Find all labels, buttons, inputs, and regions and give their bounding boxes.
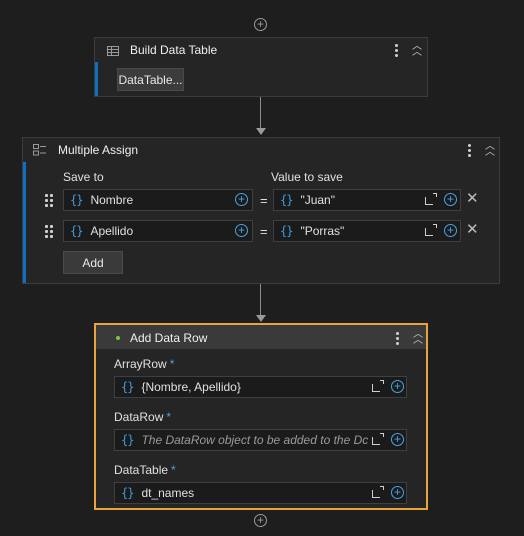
save-to-field[interactable]: {} Nombre [63, 189, 253, 211]
variable-plus-icon[interactable] [444, 224, 457, 237]
insert-activity-button-bottom[interactable] [254, 514, 267, 527]
flow-arrow [256, 128, 266, 135]
expand-editor-icon[interactable] [425, 224, 437, 236]
collapse-icon[interactable]: ︿ ︿ [484, 142, 496, 158]
equals-sign: = [260, 193, 268, 208]
variable-plus-icon[interactable] [235, 224, 248, 237]
save-to-value: Nombre [90, 193, 134, 207]
expand-editor-icon[interactable] [372, 486, 384, 498]
expand-editor-icon[interactable] [372, 380, 384, 392]
flow-arrow [256, 315, 266, 322]
expression-icon: {} [121, 486, 134, 500]
expand-editor-icon[interactable] [425, 193, 437, 205]
save-to-field[interactable]: {} Apellido [63, 220, 253, 242]
drag-handle-icon[interactable] [45, 225, 53, 238]
datatable-editor-button[interactable]: DataTable... [117, 68, 184, 91]
arrayrow-field[interactable]: {} {Nombre, Apellido} [114, 376, 407, 398]
assign-icon [33, 144, 47, 156]
collapse-icon[interactable]: ︿ ︿ [411, 42, 423, 58]
save-to-value: Apellido [90, 224, 134, 238]
arrayrow-value: {Nombre, Apellido} [141, 380, 241, 394]
expression-icon: {} [121, 433, 134, 447]
variable-plus-icon[interactable] [235, 193, 248, 206]
save-to-header: Save to [63, 170, 104, 184]
datatable-label: DataTable * [114, 463, 176, 477]
variable-plus-icon[interactable] [444, 193, 457, 206]
more-options-icon[interactable] [395, 49, 398, 52]
datarow-placeholder: The DataRow object to be added to the Dc [141, 433, 369, 447]
variable-plus-icon[interactable] [391, 433, 404, 446]
equals-sign: = [260, 224, 268, 239]
multiple-assign-activity[interactable]: Multiple Assign ︿ ︿ Save to Value to save… [22, 137, 500, 284]
insert-activity-button-top[interactable] [254, 18, 267, 31]
build-data-table-activity[interactable]: Build Data Table ︿ ︿ DataTable... [94, 37, 428, 97]
datarow-label: DataRow * [114, 410, 172, 424]
activity-title: Add Data Row [130, 331, 208, 345]
drag-handle-icon[interactable] [45, 194, 53, 207]
value-to-save-header: Value to save [271, 170, 343, 184]
datatable-value: dt_names [141, 486, 195, 500]
connector-line [260, 97, 261, 129]
expression-icon: {} [280, 224, 293, 238]
expression-icon: {} [280, 193, 293, 207]
add-data-row-activity[interactable]: Add Data Row ︿ ︿ ArrayRow * {} {Nombre, Ap… [94, 323, 428, 510]
more-options-icon[interactable] [468, 149, 471, 152]
value-text: "Porras" [300, 224, 345, 238]
remove-row-icon[interactable]: ✕ [466, 191, 479, 206]
remove-row-icon[interactable]: ✕ [466, 222, 479, 237]
expand-editor-icon[interactable] [372, 433, 384, 445]
expression-icon: {} [121, 380, 134, 394]
datatable-field[interactable]: {} dt_names [114, 482, 407, 504]
activity-title: Multiple Assign [58, 143, 139, 157]
arrayrow-label: ArrayRow * [114, 357, 175, 371]
status-dot-icon [116, 336, 120, 340]
connector-line [260, 284, 261, 316]
datarow-field[interactable]: {} The DataRow object to be added to the… [114, 429, 407, 451]
more-options-icon[interactable] [396, 337, 399, 340]
variable-plus-icon[interactable] [391, 486, 404, 499]
add-row-button[interactable]: Add [63, 251, 123, 274]
variable-plus-icon[interactable] [391, 380, 404, 393]
table-icon [107, 45, 119, 56]
activity-title: Build Data Table [130, 43, 218, 57]
expression-icon: {} [70, 224, 83, 238]
expression-icon: {} [70, 193, 83, 207]
value-text: "Juan" [300, 193, 335, 207]
collapse-icon[interactable]: ︿ ︿ [412, 330, 424, 346]
